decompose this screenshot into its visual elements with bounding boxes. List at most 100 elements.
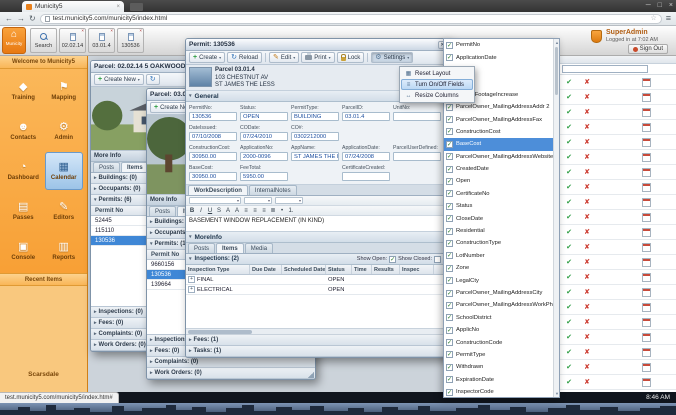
field-input[interactable] — [393, 112, 441, 121]
horizontal-scrollbar[interactable] — [186, 328, 444, 335]
close-icon[interactable]: × — [110, 29, 113, 34]
parcel-thumbnail[interactable] — [189, 67, 212, 87]
column-header[interactable]: Due Date — [250, 265, 282, 274]
recent-item-tab[interactable]: × 02.02.14 — [59, 28, 86, 53]
field-toggle-row[interactable]: ParcelOwner_MailingAddressWebsite — [444, 151, 553, 163]
checkbox-icon[interactable] — [446, 265, 453, 272]
checkbox-icon[interactable] — [446, 327, 453, 334]
grid-row[interactable]: ✔✘ — [560, 135, 676, 150]
checkbox-icon[interactable] — [446, 376, 453, 383]
checkbox-icon[interactable] — [446, 116, 453, 123]
field-toggle-row[interactable]: Residential — [444, 225, 553, 237]
checkbox-icon[interactable] — [446, 389, 453, 396]
checkbox-icon[interactable] — [446, 190, 453, 197]
fees-section-header[interactable]: ▸ Fees: (1) — [186, 335, 444, 346]
grid-row[interactable]: ✔✘ — [560, 315, 676, 330]
address-bar[interactable]: test.municity5.com/municity5/index.html … — [40, 14, 662, 24]
expander-icon[interactable] — [188, 286, 195, 293]
grid-row[interactable]: ✔✘ — [560, 225, 676, 240]
scrollbar-thumb[interactable] — [188, 330, 252, 334]
field-toggle-row[interactable]: SchoolDistrict — [444, 312, 553, 324]
field-toggle-row[interactable]: CreatedDate — [444, 163, 553, 175]
field-input[interactable]: 03.01.4 — [342, 112, 390, 121]
window-titlebar[interactable]: Permit: 130536 ✕ — [186, 39, 450, 51]
editor-format-button[interactable]: • — [279, 208, 285, 214]
sidebar-item[interactable]: ⚙ Admin — [45, 112, 84, 150]
editor-format-button[interactable]: S — [216, 208, 222, 214]
checkbox-icon[interactable] — [446, 228, 453, 235]
checkbox-icon[interactable] — [446, 302, 453, 309]
resize-grip[interactable] — [308, 372, 314, 378]
minimize-button[interactable]: ─ — [646, 0, 651, 11]
checkbox-icon[interactable] — [446, 178, 453, 185]
editor-format-button[interactable]: ≡ — [252, 208, 258, 214]
field-toggle-row[interactable]: ExpirationDate — [444, 374, 553, 386]
checkbox-icon[interactable] — [446, 54, 453, 61]
print-button[interactable]: Print ▾ — [301, 52, 334, 63]
accordion-section[interactable]: ▸ Work Orders: (0) — [147, 368, 315, 379]
checkbox-icon[interactable] — [446, 42, 453, 49]
tab[interactable]: Posts — [149, 206, 176, 216]
field-toggle-row[interactable]: ConstructionCost — [444, 126, 553, 138]
grid-row[interactable]: ✔✘ — [560, 285, 676, 300]
field-toggle-row[interactable]: ConstructionType — [444, 237, 553, 249]
sidebar-item[interactable]: ✎ Editors — [45, 192, 84, 230]
sidebar-item[interactable]: ◆ Training — [4, 72, 43, 110]
field-toggle-row[interactable]: ConstructionCode — [444, 336, 553, 348]
search-button[interactable]: Search — [30, 28, 57, 53]
editor-format-button[interactable]: A — [225, 208, 231, 214]
grid-row[interactable]: ✔✘ — [560, 150, 676, 165]
checkbox-icon[interactable] — [446, 314, 453, 321]
tab[interactable]: Media — [245, 243, 273, 253]
paragraph-select[interactable]: ▾ — [275, 197, 303, 204]
menu-item[interactable]: ≡ Turn On/Off Fields — [401, 79, 473, 90]
field-input[interactable]: BUILDING — [291, 112, 339, 121]
editor-format-button[interactable]: ≡ — [243, 208, 249, 214]
grid-row[interactable]: ✔✘ — [560, 120, 676, 135]
create-button[interactable]: + Create ▾ — [189, 52, 225, 63]
scroll-down-icon[interactable]: ▼ — [554, 391, 560, 396]
checkbox-icon[interactable] — [446, 166, 453, 173]
reload-button[interactable]: ↻ — [146, 74, 160, 85]
field-toggle-row[interactable]: Open — [444, 175, 553, 187]
scrollbar-thumb[interactable] — [555, 47, 558, 95]
filter-input[interactable] — [562, 65, 648, 73]
field-toggle-row[interactable]: ApplicationDate — [444, 51, 553, 63]
vertical-scrollbar[interactable]: ▲ ▼ — [553, 39, 559, 397]
column-header[interactable]: Results — [372, 265, 400, 274]
field-toggle-row[interactable]: BaseCost — [444, 138, 553, 150]
bookmark-star-icon[interactable]: ☆ — [650, 15, 656, 22]
field-input[interactable]: 30950.00 — [189, 152, 237, 161]
recent-item-tab[interactable]: × 130536 — [117, 28, 144, 53]
field-toggle-row[interactable]: PermitNo — [444, 39, 553, 51]
grid-row[interactable]: ✔✘ — [560, 270, 676, 285]
reload-button[interactable]: ↻ Reload — [227, 52, 262, 63]
grid-row[interactable]: ✔✘ — [560, 345, 676, 360]
grid-row[interactable]: ✔✘ — [560, 195, 676, 210]
sidebar-item[interactable]: ▦ Calendar — [45, 152, 84, 190]
field-input[interactable]: 5950.00 — [240, 172, 288, 181]
field-input[interactable]: 0302212000 — [291, 132, 339, 141]
back-button[interactable]: ← — [5, 15, 13, 23]
scroll-up-icon[interactable]: ▲ — [554, 40, 560, 45]
new-tab-button[interactable] — [130, 3, 143, 11]
field-toggle-row[interactable]: PermitType — [444, 349, 553, 361]
grid-row[interactable]: ✔✘ — [560, 165, 676, 180]
sign-out-button[interactable]: Sign Out — [628, 44, 668, 54]
edit-button[interactable]: ✎ Edit ▾ — [269, 52, 299, 63]
editor-format-button[interactable]: 1. — [288, 208, 294, 214]
field-toggle-row[interactable]: ParcelOwner_MailingAddressFax — [444, 113, 553, 125]
sidebar-item[interactable]: ☻ Contacts — [4, 112, 43, 150]
field-input[interactable]: 2000-0096 — [240, 152, 288, 161]
column-header[interactable]: Inspection Type — [186, 265, 250, 274]
work-description-text[interactable]: BASEMENT WINDOW REPLACEMENT (IN KIND) — [186, 216, 444, 232]
checkbox-icon[interactable] — [446, 153, 453, 160]
column-header[interactable]: Inspec — [400, 265, 434, 274]
editor-format-button[interactable]: U — [207, 208, 213, 214]
checkbox-icon[interactable] — [446, 339, 453, 346]
field-toggle-row[interactable]: Withdrawn — [444, 361, 553, 373]
field-toggle-row[interactable]: CertificateNo — [444, 188, 553, 200]
checkbox-icon[interactable] — [446, 215, 453, 222]
grid-row[interactable]: ✔✘ — [560, 360, 676, 375]
sidebar-item[interactable]: ◔ Dashboard — [4, 152, 43, 190]
